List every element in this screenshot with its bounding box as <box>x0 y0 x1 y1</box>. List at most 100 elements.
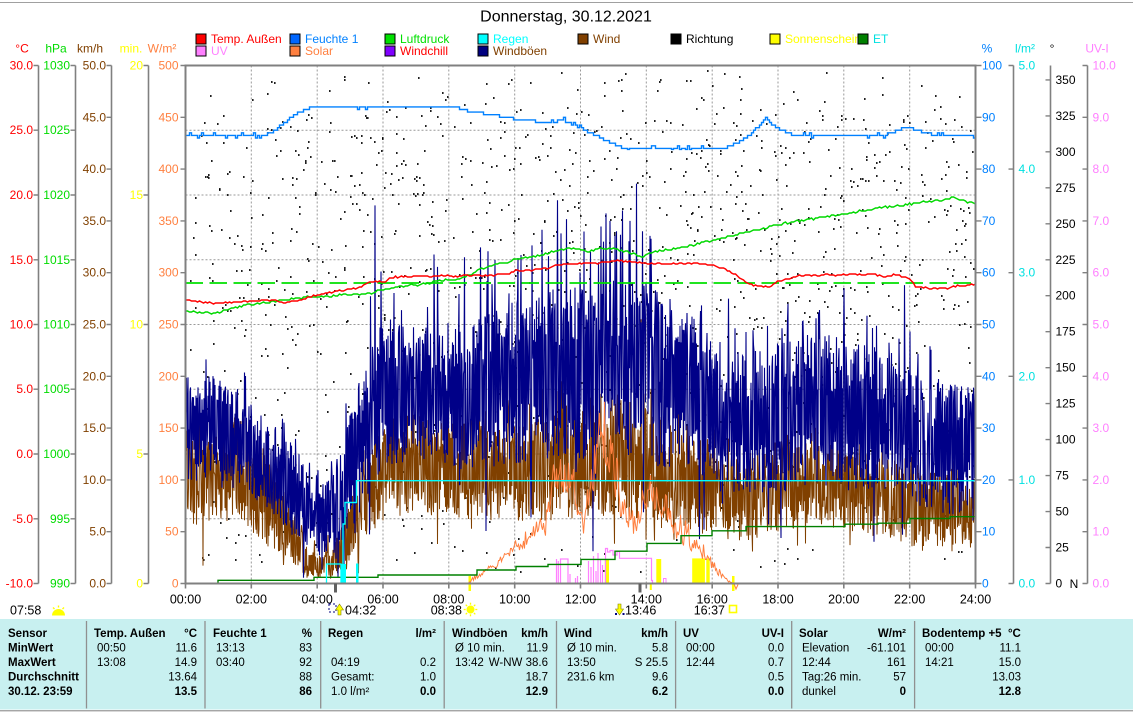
svg-text:ET: ET <box>873 32 889 46</box>
svg-text:18:00: 18:00 <box>762 593 793 607</box>
svg-text:0: 0 <box>900 686 906 698</box>
svg-text:Gesamt:: Gesamt: <box>331 672 374 684</box>
svg-text:14:21: 14:21 <box>925 657 954 669</box>
svg-text:30.12. 23:59: 30.12. 23:59 <box>8 686 73 698</box>
svg-text:13.5: 13.5 <box>175 686 198 698</box>
svg-text:1030: 1030 <box>43 59 70 73</box>
svg-text:90: 90 <box>982 110 996 124</box>
svg-text:UV-I: UV-I <box>1085 42 1108 56</box>
svg-text:Windböen: Windböen <box>493 44 547 58</box>
svg-text:07:58: 07:58 <box>10 604 41 618</box>
svg-text:Temp. Außen: Temp. Außen <box>94 628 166 640</box>
svg-text:4.0: 4.0 <box>1019 162 1036 176</box>
svg-text:Donnerstag, 30.12.2021: Donnerstag, 30.12.2021 <box>480 9 652 26</box>
svg-text:200: 200 <box>158 369 178 383</box>
svg-text:°C: °C <box>15 42 29 56</box>
svg-text:11.1: 11.1 <box>999 643 1021 655</box>
svg-text:92: 92 <box>299 657 312 669</box>
svg-text:13:50: 13:50 <box>567 657 596 669</box>
svg-text:Windböen: Windböen <box>452 628 507 640</box>
svg-text:10.0: 10.0 <box>83 473 107 487</box>
svg-text:0: 0 <box>982 577 989 591</box>
svg-text:175: 175 <box>1056 325 1076 339</box>
svg-text:25: 25 <box>1056 541 1070 555</box>
svg-text:°: ° <box>1050 42 1055 56</box>
svg-text:2.0: 2.0 <box>1019 369 1036 383</box>
svg-text:Windchill: Windchill <box>400 44 448 58</box>
svg-text:150: 150 <box>1056 361 1076 375</box>
svg-text:km/h: km/h <box>77 42 103 56</box>
svg-text:8.0: 8.0 <box>1093 162 1110 176</box>
svg-text:9.0: 9.0 <box>1093 110 1110 124</box>
svg-text:2.0: 2.0 <box>1093 473 1110 487</box>
svg-text:1.0: 1.0 <box>420 672 436 684</box>
svg-text:Sensor: Sensor <box>8 628 48 640</box>
svg-text:Wind: Wind <box>593 32 620 46</box>
svg-text:30: 30 <box>982 421 996 435</box>
svg-text:%: % <box>982 42 993 56</box>
svg-text:10: 10 <box>982 525 996 539</box>
svg-text:3.0: 3.0 <box>1019 266 1036 280</box>
svg-text:0: 0 <box>172 577 179 591</box>
svg-text:50.0: 50.0 <box>83 59 107 73</box>
svg-text:86: 86 <box>299 686 312 698</box>
svg-text:1020: 1020 <box>43 188 70 202</box>
svg-text:Durchschnitt: Durchschnitt <box>8 672 79 684</box>
svg-text:MinWert: MinWert <box>8 643 53 655</box>
svg-text:0.0: 0.0 <box>420 686 436 698</box>
svg-text:225: 225 <box>1056 253 1076 267</box>
svg-text:6.0: 6.0 <box>1093 266 1110 280</box>
svg-text:00:00: 00:00 <box>925 643 954 655</box>
svg-text:Ø 10 min.: Ø 10 min. <box>455 643 505 655</box>
svg-text:1025: 1025 <box>43 123 70 137</box>
svg-text:18.7: 18.7 <box>526 672 548 684</box>
svg-text:6.2: 6.2 <box>652 686 668 698</box>
svg-text:40.0: 40.0 <box>83 162 107 176</box>
svg-text:Bodentemp +5 °C: Bodentemp +5 °C <box>922 628 1021 640</box>
svg-text:400: 400 <box>158 162 178 176</box>
svg-text:°C: °C <box>184 628 197 640</box>
svg-text:200: 200 <box>1056 289 1076 303</box>
svg-text:5: 5 <box>136 447 143 461</box>
svg-text:20: 20 <box>982 473 996 487</box>
svg-text:13.03: 13.03 <box>992 672 1021 684</box>
svg-text:325: 325 <box>1056 109 1076 123</box>
svg-text:250: 250 <box>1056 217 1076 231</box>
svg-text:10.0: 10.0 <box>10 318 34 332</box>
svg-text:km/h: km/h <box>641 628 668 640</box>
svg-text:231.6 km: 231.6 km <box>567 672 614 684</box>
svg-text:5.0: 5.0 <box>1093 318 1110 332</box>
svg-text:125: 125 <box>1056 397 1076 411</box>
svg-text:12.9: 12.9 <box>526 686 548 698</box>
svg-text:Solar: Solar <box>799 628 828 640</box>
svg-text:350: 350 <box>1056 73 1076 87</box>
svg-text:20:00: 20:00 <box>828 593 859 607</box>
svg-text:08:38: 08:38 <box>431 604 462 618</box>
svg-text:15.0: 15.0 <box>999 657 1021 669</box>
svg-text:60: 60 <box>982 266 996 280</box>
svg-text:15.0: 15.0 <box>10 253 34 267</box>
svg-text:dunkel: dunkel <box>802 686 836 698</box>
svg-text:10.0: 10.0 <box>1093 59 1117 73</box>
svg-text:Solar: Solar <box>305 44 333 58</box>
svg-text:13:13: 13:13 <box>216 643 245 655</box>
svg-text:12:44: 12:44 <box>686 657 715 669</box>
svg-text:30.0: 30.0 <box>10 59 34 73</box>
svg-text:11.9: 11.9 <box>526 643 548 655</box>
svg-text:16:37: 16:37 <box>694 604 725 618</box>
svg-text:13:46: 13:46 <box>625 604 656 618</box>
svg-text:Regen: Regen <box>328 628 363 640</box>
svg-text:04:00: 04:00 <box>302 593 333 607</box>
svg-text:75: 75 <box>1056 469 1070 483</box>
svg-text:70: 70 <box>982 214 996 228</box>
svg-text:22:00: 22:00 <box>894 593 925 607</box>
svg-text:0: 0 <box>1056 577 1063 591</box>
svg-text:300: 300 <box>1056 145 1076 159</box>
svg-text:40: 40 <box>982 369 996 383</box>
svg-text:990: 990 <box>50 577 70 591</box>
svg-text:1015: 1015 <box>43 253 70 267</box>
svg-text:50: 50 <box>165 525 179 539</box>
svg-text:00:00: 00:00 <box>686 643 715 655</box>
svg-text:25.0: 25.0 <box>10 123 34 137</box>
svg-text:80: 80 <box>982 162 996 176</box>
